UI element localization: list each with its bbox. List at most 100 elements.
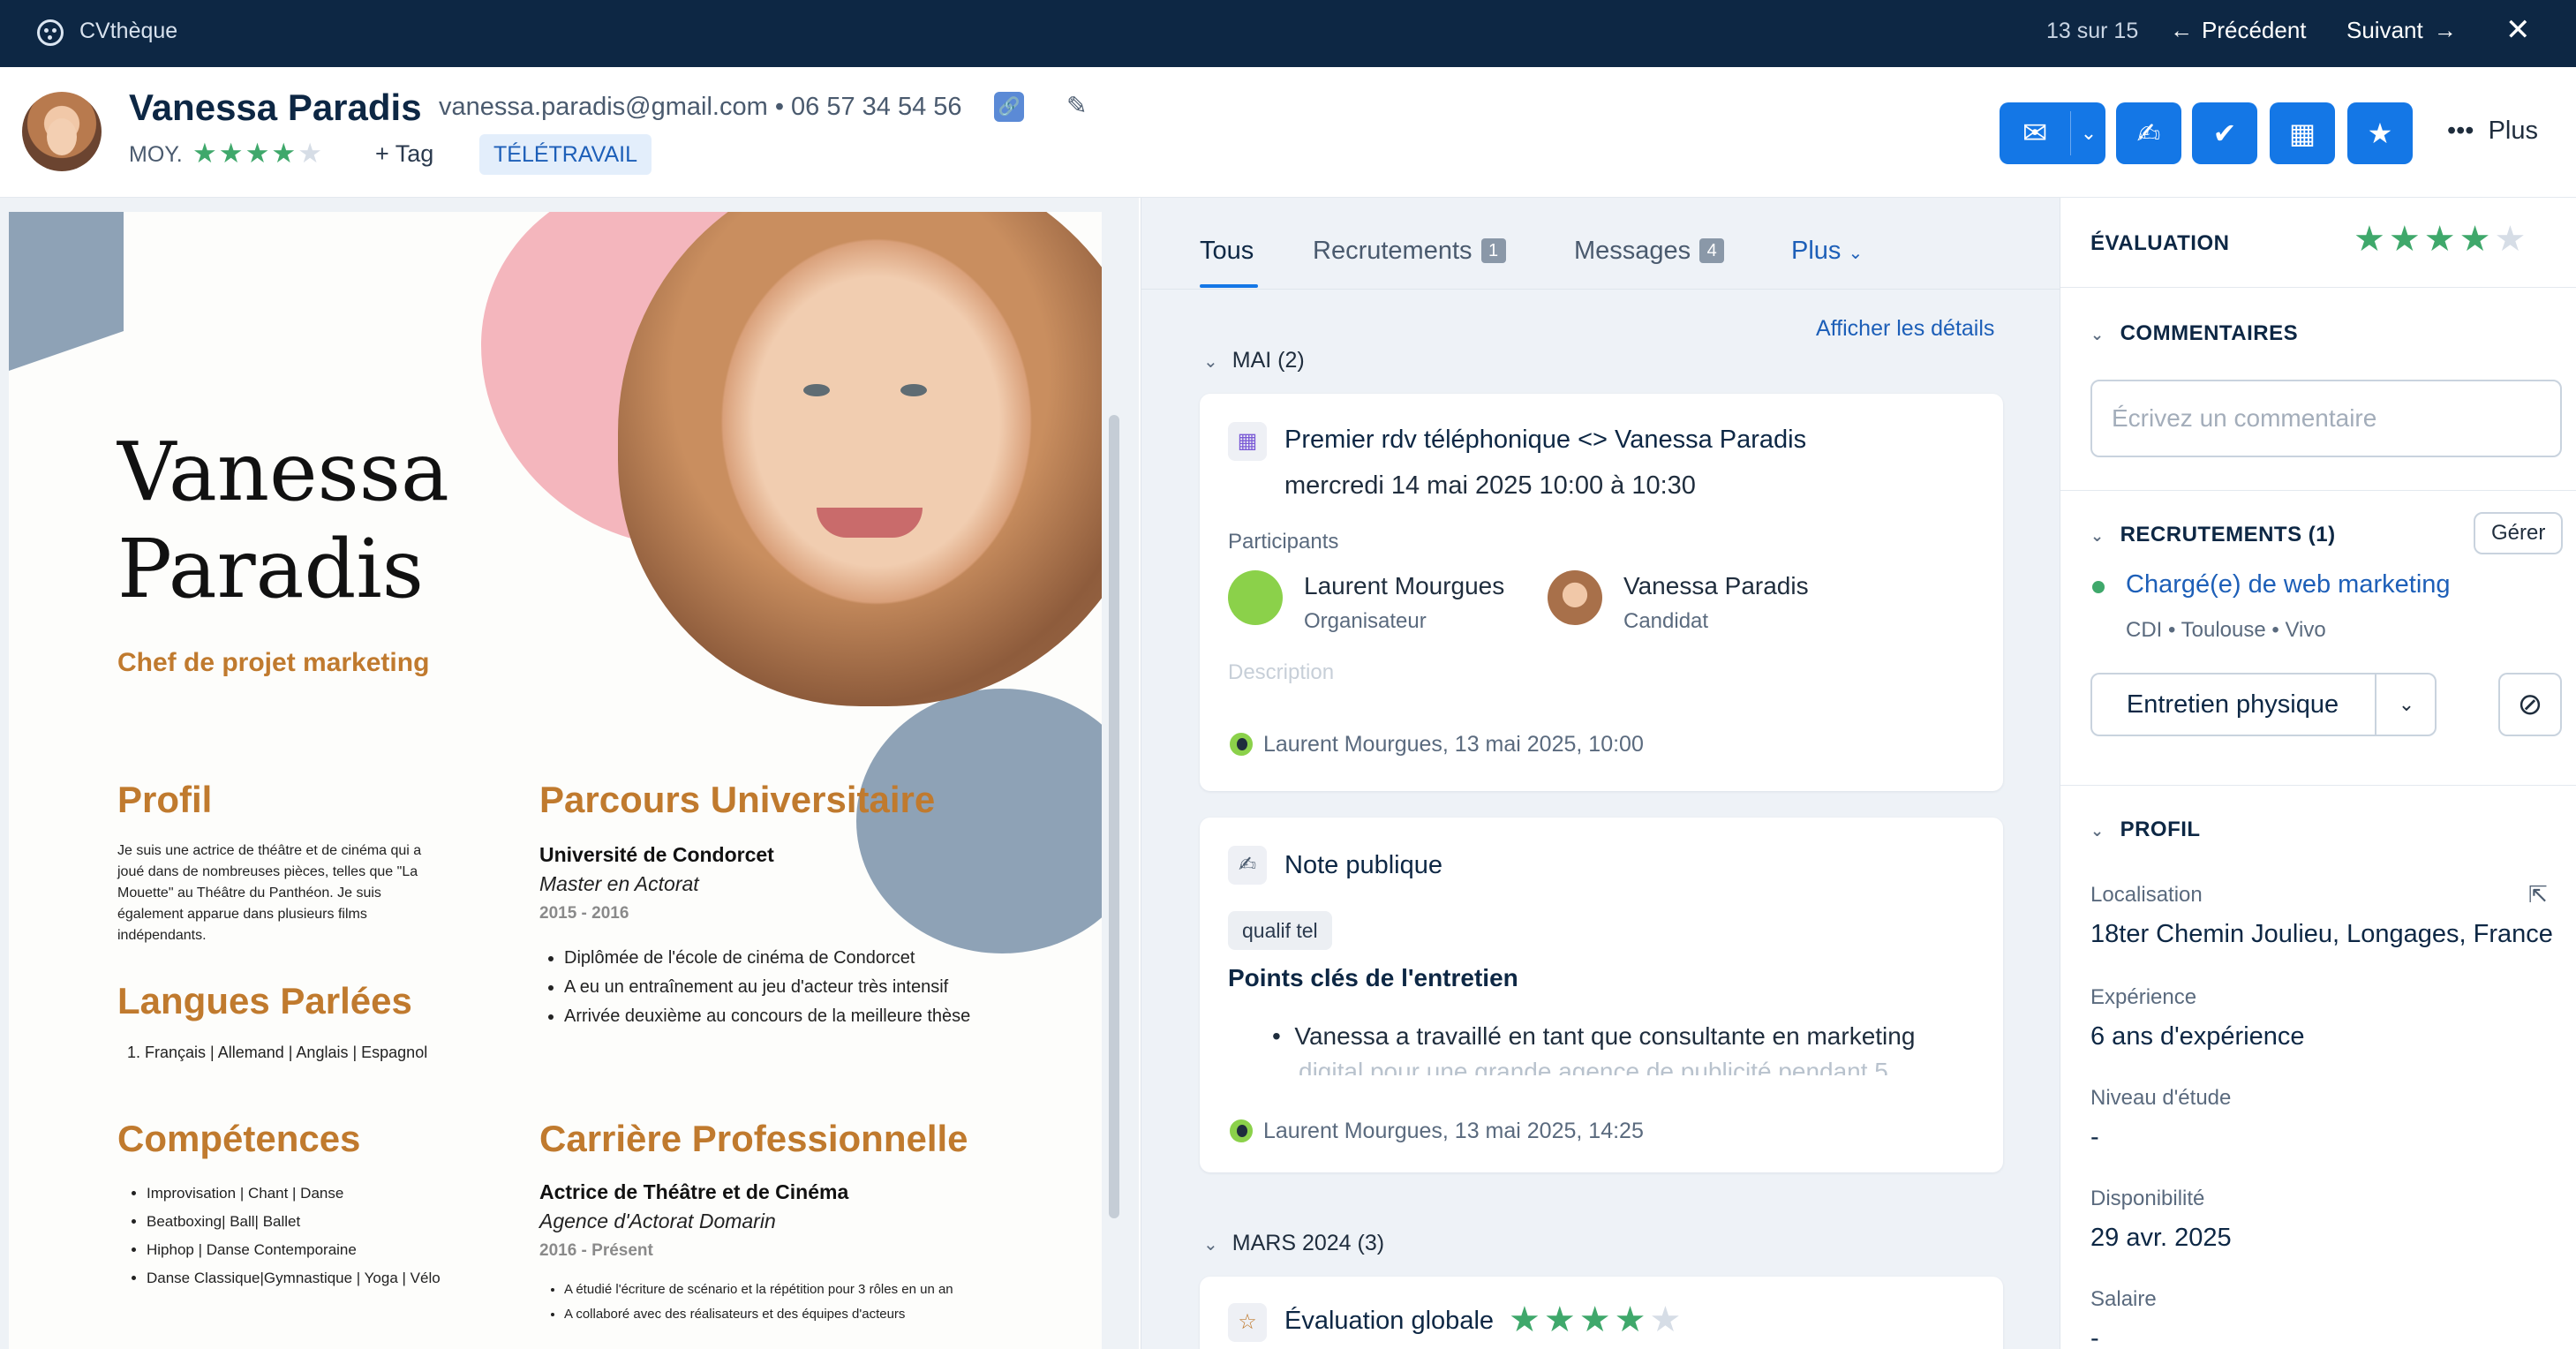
divider (2070, 111, 2071, 155)
cv-photo (618, 212, 1102, 706)
timeline-tabs: Tous Recrutements 1 Messages 4 Plus ⌄ (1141, 198, 2061, 290)
group-label: MARS 2024 (3) (1232, 1231, 1385, 1255)
star-icon: ★ (1578, 1300, 1615, 1339)
evaluation-card-rating: ★★★★★ (1509, 1300, 1684, 1340)
meeting-footer: Laurent Mourgues, 13 mai 2025, 10:00 (1228, 731, 1644, 757)
more-label: Plus (2488, 117, 2539, 145)
tag-chip[interactable]: TÉLÉTRAVAIL (479, 134, 652, 175)
chevron-down-icon[interactable]: ⌄ (2376, 674, 2437, 735)
field-value: 18ter Chemin Joulieu, Longages, France (2090, 920, 2553, 948)
status-dot (2092, 581, 2105, 593)
description-label: Description (1228, 660, 1335, 684)
add-note-button[interactable]: ✍ (2116, 102, 2181, 164)
star-outline-icon: ☆ (1228, 1303, 1267, 1342)
star-icon: ★ (1543, 1300, 1579, 1339)
stage-select[interactable]: Entretien physique ⌄ (2090, 673, 2437, 736)
level-label: MOY. (129, 142, 183, 167)
activity-timeline: Tous Recrutements 1 Messages 4 Plus ⌄ Affi… (1141, 198, 2061, 1349)
star-icon[interactable]: ★ (2459, 220, 2495, 259)
calendar-icon: ▦ (1228, 422, 1267, 461)
tab-tous[interactable]: Tous (1200, 237, 1254, 266)
disqualify-button[interactable]: ⊘ (2498, 673, 2562, 736)
cv-parcours-item: Diplômée de l'école de cinéma de Condorc… (564, 944, 1087, 973)
chevron-down-icon[interactable]: ⌄ (2072, 102, 2105, 164)
author-avatar (1228, 731, 1254, 757)
tab-recrutements[interactable]: Recrutements 1 (1313, 237, 1506, 266)
cvtheque-icon (37, 19, 64, 46)
note-bullet: • Vanessa a travaillé en tant que consul… (1272, 1022, 1916, 1050)
manage-button[interactable]: Gérer (2474, 512, 2564, 554)
note-tag: qualif tel (1228, 911, 1332, 950)
star-icon: ★ (218, 138, 245, 169)
count-badge: 1 (1480, 238, 1506, 263)
cv-parcours-title: Parcours Universitaire (539, 779, 936, 820)
cv-parcours-block: Université de Condorcet Master en Actora… (539, 840, 1087, 1031)
link-icon[interactable]: 🔗 (994, 92, 1024, 122)
add-tag-button[interactable]: + Tag (375, 140, 433, 168)
cv-langues-title: Langues Parlées (117, 980, 412, 1021)
close-icon[interactable]: ✕ (2505, 12, 2531, 48)
show-details-link[interactable]: Afficher les détails (1816, 316, 1994, 342)
group-header-mai[interactable]: ⌄ MAI (2) (1203, 348, 1305, 373)
star-icon: ★ (1509, 1300, 1544, 1339)
note-author: Laurent Mourgues, 13 mai 2025, 14:25 (1263, 1118, 1644, 1143)
chevron-down-icon: ⌄ (2090, 822, 2105, 840)
field-label: Niveau d'étude (2090, 1086, 2232, 1110)
external-link-icon[interactable]: ⇱ (2528, 881, 2548, 908)
note-bullet-text: Vanessa a travaillé en tant que consulta… (1294, 1022, 1916, 1050)
note-body: • Vanessa a travaillé en tant que consul… (1272, 1019, 1978, 1075)
profil-header[interactable]: ⌄ PROFIL (2090, 818, 2201, 842)
previous-label: Précédent (2202, 17, 2307, 43)
cv-scrollbar[interactable] (1109, 415, 1119, 1218)
more-button[interactable]: ••• Plus (2447, 117, 2538, 146)
cv-first-name: Vanessa (117, 425, 449, 519)
cv-competences-title: Compétences (117, 1118, 361, 1159)
favorite-button[interactable]: ★ (2347, 102, 2413, 164)
author-avatar (1228, 1118, 1254, 1144)
cv-company: Agence d'Actorat Domarin (539, 1210, 776, 1232)
group-header-mars[interactable]: ⌄ MARS 2024 (3) (1203, 1231, 1384, 1256)
note-footer: Laurent Mourgues, 13 mai 2025, 14:25 (1228, 1118, 1644, 1144)
check-icon: ✔ (2212, 117, 2237, 149)
evaluation-card[interactable]: ☆ Évaluation globale ★★★★★ (1200, 1277, 2003, 1349)
validate-button[interactable]: ✔ (2192, 102, 2257, 164)
star-icon[interactable]: ★ (2389, 220, 2424, 259)
star-icon[interactable]: ★ (2354, 220, 2389, 259)
job-link[interactable]: Chargé(e) de web marketing (2126, 570, 2451, 599)
cv-competence-item: Hiphop | Danse Contemporaine (147, 1236, 510, 1264)
pencil-icon[interactable]: ✎ (1066, 91, 1087, 120)
cv-competence-item: Beatboxing| Ball| Ballet (147, 1208, 510, 1236)
participant-avatar (1228, 570, 1283, 625)
cv-parcours-dates: 2015 - 2016 (539, 904, 629, 923)
chevron-down-icon: ⌄ (1203, 352, 1218, 372)
cv-preview-pane[interactable]: Vanessa Paradis Chef de projet marketing … (0, 198, 1139, 1349)
cv-carriere-list: A étudié l'écriture de scénario et la ré… (539, 1277, 1087, 1327)
recrutements-header[interactable]: ⌄ RECRUTEMENTS (1) (2090, 523, 2336, 547)
meeting-card[interactable]: ▦ Premier rdv téléphonique <> Vanessa Pa… (1200, 394, 2003, 791)
email-button[interactable]: ✉ ⌄ (2000, 102, 2105, 164)
cv-competences-list: Improvisation | Chant | Danse Beatboxing… (122, 1179, 510, 1292)
field-label: Localisation (2090, 883, 2203, 907)
next-button[interactable]: Suivant → (2346, 17, 2457, 44)
participant-avatar (1548, 570, 1602, 625)
cv-role: Chef de projet marketing (117, 648, 430, 677)
cv-job-title: Actrice de Théâtre et de Cinéma (539, 1180, 849, 1203)
cv-competence-item: Danse Classique|Gymnastique | Yoga | Vél… (147, 1264, 510, 1292)
comments-header[interactable]: ⌄ COMMENTAIRES (2090, 321, 2298, 346)
star-icon: ★ (271, 138, 298, 169)
note-card[interactable]: ✍ Note publique qualif tel Points clés d… (1200, 818, 2003, 1172)
arrow-left-icon: ← (2170, 17, 2193, 43)
participants-label: Participants (1228, 530, 1339, 554)
tab-messages[interactable]: Messages 4 (1574, 237, 1725, 266)
previous-button[interactable]: ← Précédent (2170, 17, 2307, 44)
star-empty-icon[interactable]: ★ (2494, 220, 2529, 259)
tab-label: Recrutements (1313, 237, 1473, 265)
evaluation-rating[interactable]: ★★★★★ (2354, 219, 2529, 260)
cv-parcours-list: Diplômée de l'école de cinéma de Condorc… (539, 944, 1087, 1031)
star-icon[interactable]: ★ (2424, 220, 2459, 259)
schedule-button[interactable]: ▦ (2270, 102, 2335, 164)
candidate-contact[interactable]: vanessa.paradis@gmail.com • 06 57 34 54 … (439, 93, 962, 122)
tab-more[interactable]: Plus ⌄ (1791, 237, 1863, 266)
comment-input[interactable]: Écrivez un commentaire (2090, 380, 2562, 457)
calendar-icon: ▦ (2288, 117, 2316, 149)
